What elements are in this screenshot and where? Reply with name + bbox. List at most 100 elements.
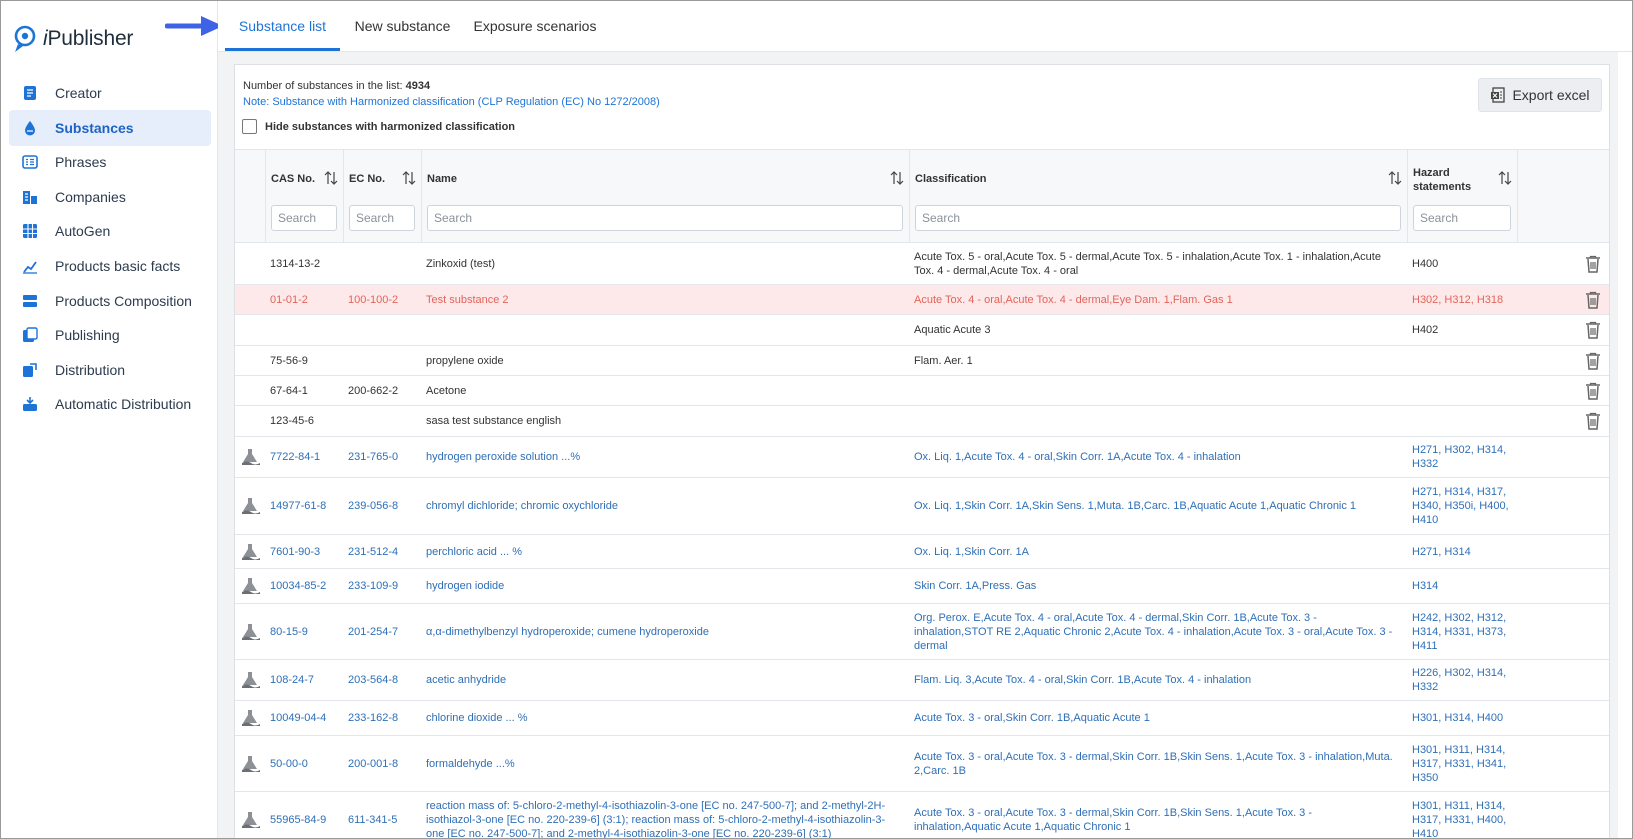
sidebar-item-publishing[interactable]: Publishing [9, 317, 211, 353]
table-row[interactable]: 10034-85-2 233-109-9 hydrogen iodide Skin C… [235, 569, 1609, 604]
ec-value: 233-109-9 [348, 580, 399, 592]
name-value: hydrogen peroxide solution ...% [426, 451, 581, 463]
classification-cell: Flam. Aer. 1 [909, 346, 1407, 375]
export-excel-button[interactable]: Export excel [1478, 78, 1602, 112]
classification-value: Acute Tox. 4 - oral,Acute Tox. 4 - derma… [914, 293, 1233, 306]
name-value: chlorine dioxide ... % [426, 712, 528, 724]
classification-cell [909, 376, 1407, 405]
main-content: Number of substances in the list: 4934 N… [218, 52, 1618, 838]
table-row[interactable]: 10049-04-4 233-162-8 chlorine dioxide ... … [235, 701, 1609, 736]
delete-icon[interactable] [1585, 382, 1601, 404]
hazard-cell [1407, 346, 1517, 375]
ec-value: 201-254-7 [348, 625, 399, 638]
cas-value: 10049-04-4 [270, 712, 327, 724]
ec-value: 233-162-8 [348, 712, 399, 724]
classification-cell [909, 406, 1407, 436]
table-row[interactable]: 55965-84-9 611-341-5 reaction mass of: 5-c… [235, 792, 1609, 839]
hazard-cell: H301, H311, H314, H317, H331, H400, H410 [1407, 792, 1517, 839]
name-cell[interactable]: perchloric acid ... % [421, 535, 909, 568]
sidebar-nav: Creator Substances Phrases Companies AutoGen… [9, 75, 211, 421]
logo-text: iPublisher [43, 27, 134, 50]
delete-icon[interactable] [1585, 321, 1601, 343]
table-row[interactable]: 123-45-6 sasa test substance english [235, 406, 1609, 437]
sidebar-item-autogen[interactable]: AutoGen [9, 213, 211, 249]
classification-cell: Ox. Liq. 1,Skin Corr. 1A [909, 535, 1407, 568]
table-row[interactable]: 01-01-2 100-100-2 Test substance 2 Acute To… [235, 285, 1609, 315]
cas-cell: 7601-90-3 [265, 535, 343, 568]
logo[interactable]: iPublisher [13, 23, 133, 55]
classification-value: Ox. Liq. 1,Skin Corr. 1A,Skin Sens. 1,Mu… [914, 500, 1357, 512]
table-row[interactable]: Aquatic Acute 3 H402 [235, 315, 1609, 346]
hide-harmonized-checkbox[interactable] [242, 119, 257, 134]
name-cell[interactable]: chlorine dioxide ... % [421, 701, 909, 735]
export-excel-label: Export excel [1512, 87, 1590, 103]
table-row[interactable]: 67-64-1 200-662-2 Acetone [235, 376, 1609, 406]
sidebar-item-products-composition[interactable]: Products Composition [9, 283, 211, 319]
harmonized-flask-icon [241, 755, 261, 777]
tab-exposure-scenarios[interactable]: Exposure scenarios [470, 1, 600, 51]
sidebar-item-substances[interactable]: Substances [9, 109, 211, 146]
cas-search-input[interactable] [271, 205, 337, 231]
cas-cell: 50-00-0 [265, 736, 343, 791]
table-row[interactable]: 1314-13-2 Zinkoxid (test) Acute Tox. 5 - o… [235, 243, 1609, 285]
tab-new-substance[interactable]: New substance [350, 1, 455, 51]
cas-no-column-header: CAS No. [265, 150, 343, 242]
delete-icon[interactable] [1585, 255, 1601, 277]
name-cell: Test substance 2 [421, 285, 909, 314]
delete-icon[interactable] [1585, 352, 1601, 374]
name-cell[interactable]: chromyl dichloride; chromic oxychloride [421, 478, 909, 534]
sidebar-item-automatic-distribution[interactable]: Automatic Distribution [9, 386, 211, 422]
name-search-input[interactable] [427, 205, 903, 231]
sidebar-item-companies[interactable]: Companies [9, 179, 211, 215]
cas-value: 7601-90-3 [270, 545, 321, 558]
ec-value: 239-056-8 [348, 500, 399, 512]
sidebar-item-products-basic-facts[interactable]: Products basic facts [9, 248, 211, 284]
table-row[interactable]: 7601-90-3 231-512-4 perchloric acid ... % O… [235, 535, 1609, 569]
name-cell[interactable]: formaldehyde ...% [421, 736, 909, 791]
name-cell: Zinkoxid (test) [421, 243, 909, 284]
harmonized-flask-icon [241, 497, 261, 519]
tab-substance-list[interactable]: Substance list [225, 1, 340, 51]
name-value: propylene oxide [426, 354, 504, 367]
cas-cell [265, 315, 343, 345]
annotation-arrow [165, 16, 223, 36]
classification-search-input[interactable] [915, 205, 1401, 231]
name-cell[interactable]: α,α-dimethylbenzyl hydroperoxide; cumene… [421, 604, 909, 659]
sort-icon[interactable] [402, 170, 416, 186]
ec-cell [343, 243, 421, 284]
classification-cell: Acute Tox. 3 - oral,Acute Tox. 3 - derma… [909, 792, 1407, 838]
sort-icon[interactable] [1388, 170, 1402, 186]
hazard-value: H301, H311, H314, H317, H331, H341, H350 [1412, 743, 1507, 784]
table-row[interactable]: 108-24-7 203-564-8 acetic anhydride Flam. L… [235, 660, 1609, 701]
sort-icon[interactable] [1498, 170, 1512, 186]
table-row[interactable]: 14977-61-8 239-056-8 chromyl dichloride; c… [235, 478, 1609, 535]
name-cell[interactable]: hydrogen peroxide solution ...% [421, 437, 909, 477]
sidebar-item-distribution[interactable]: Distribution [9, 352, 211, 388]
hazard-cell: H400 [1407, 243, 1517, 284]
hazard-cell: H271, H314 [1407, 535, 1517, 568]
table-row[interactable]: 75-56-9 propylene oxide Flam. Aer. 1 [235, 346, 1609, 376]
sidebar-item-creator[interactable]: Creator [9, 75, 211, 111]
hazard-search-input[interactable] [1413, 205, 1511, 231]
table-row[interactable]: 80-15-9 201-254-7 α,α-dimethylbenzyl hydro… [235, 604, 1609, 660]
table-row[interactable]: 7722-84-1 231-765-0 hydrogen peroxide solu… [235, 437, 1609, 478]
name-cell[interactable]: hydrogen iodide [421, 569, 909, 603]
cas-value: 1314-13-2 [270, 257, 321, 270]
delete-icon[interactable] [1585, 412, 1601, 434]
hide-harmonized-toggle[interactable]: Hide substances with harmonized classifi… [242, 119, 515, 134]
cas-cell: 01-01-2 [265, 285, 343, 314]
ec-search-input[interactable] [349, 205, 415, 231]
grid-icon [21, 222, 39, 240]
table-row[interactable]: 50-00-0 200-001-8 formaldehyde ...% Acute T… [235, 736, 1609, 792]
harmonized-flask-icon [241, 811, 261, 833]
harmonized-flask-icon [241, 543, 261, 565]
name-cell[interactable]: reaction mass of: 5-chloro-2-methyl-4-is… [421, 792, 909, 839]
name-cell: sasa test substance english [421, 406, 909, 436]
sort-icon[interactable] [890, 170, 904, 186]
sort-icon[interactable] [324, 170, 338, 186]
sidebar-item-phrases[interactable]: Phrases [9, 144, 211, 180]
name-value: Test substance 2 [426, 293, 509, 306]
name-cell[interactable]: acetic anhydride [421, 660, 909, 700]
delete-icon[interactable] [1585, 291, 1601, 313]
cas-value: 123-45-6 [270, 415, 315, 427]
